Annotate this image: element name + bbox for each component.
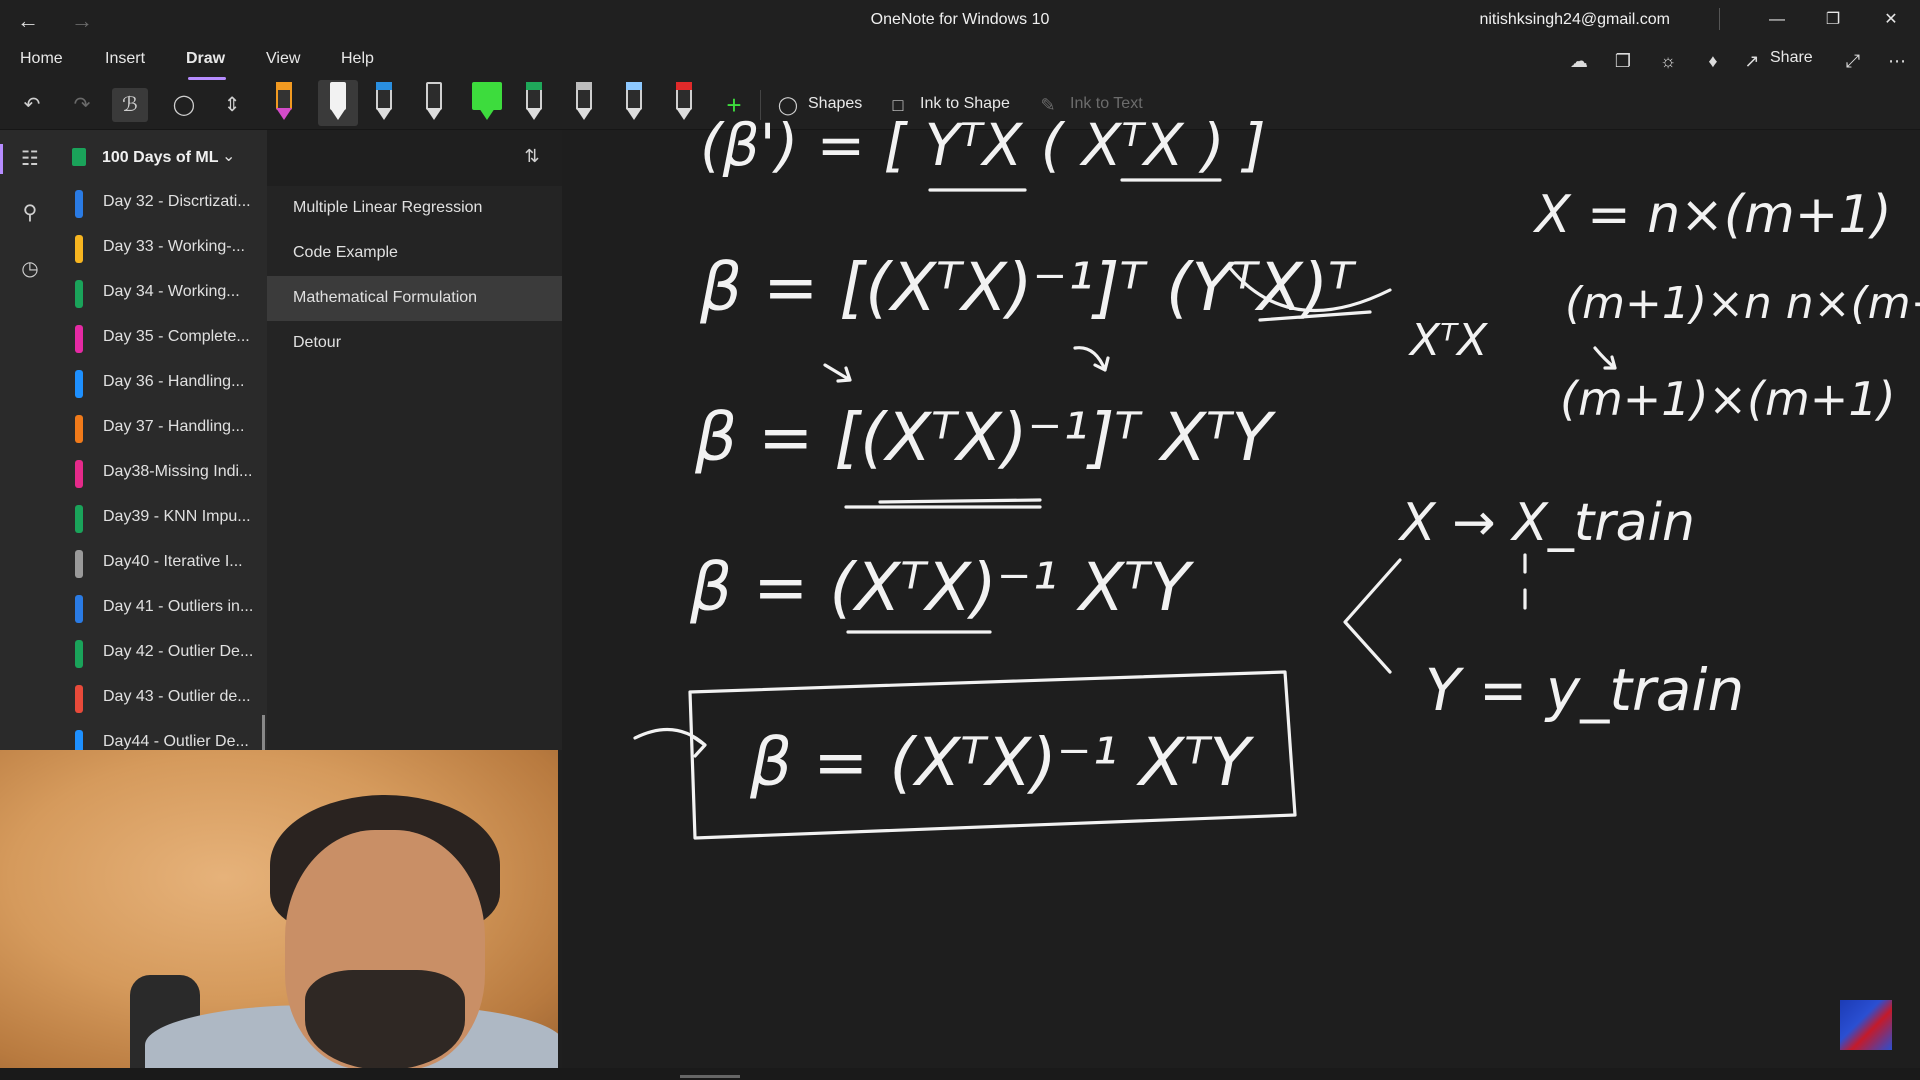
ink-bracket: [1343, 558, 1402, 674]
ink-line-0: (β') = [ YᵀX ( XᵀX ) ]: [700, 111, 1266, 179]
ink-ytrain: Y = y_train: [1425, 656, 1744, 724]
ink-arrow: [1073, 346, 1110, 372]
person-beard: [305, 970, 465, 1068]
webcam-overlay: [0, 750, 558, 1068]
ink-line-2: β = [(XᵀX)⁻¹]ᵀ XᵀY: [694, 399, 1276, 476]
ink-side-3: (m+1)×(m+1): [1560, 372, 1896, 426]
ink-line-1: β = [(XᵀX)⁻¹]ᵀ (YᵀX)ᵀ: [699, 249, 1357, 326]
ink-boxed-formula: β = (XᵀX)⁻¹ XᵀY: [749, 724, 1255, 801]
bottom-bar: [0, 1068, 1920, 1080]
ink-arrow: [633, 727, 707, 758]
channel-logo: [1840, 1000, 1892, 1050]
ink-side-xtx: XᵀX: [1408, 315, 1488, 366]
horizontal-scrollbar[interactable]: [680, 1075, 740, 1078]
ink-side-2: (m+1)×n n×(m+1): [1565, 278, 1920, 329]
ink-line-3: β = (XᵀX)⁻¹ XᵀY: [689, 549, 1195, 626]
ink-arrow: [1593, 346, 1617, 370]
ink-underline: [878, 498, 1042, 504]
ink-arrow: [823, 363, 852, 383]
ink-xtrain: X → X_train: [1397, 493, 1695, 553]
ink-side-1: X = n×(m+1): [1532, 185, 1892, 245]
